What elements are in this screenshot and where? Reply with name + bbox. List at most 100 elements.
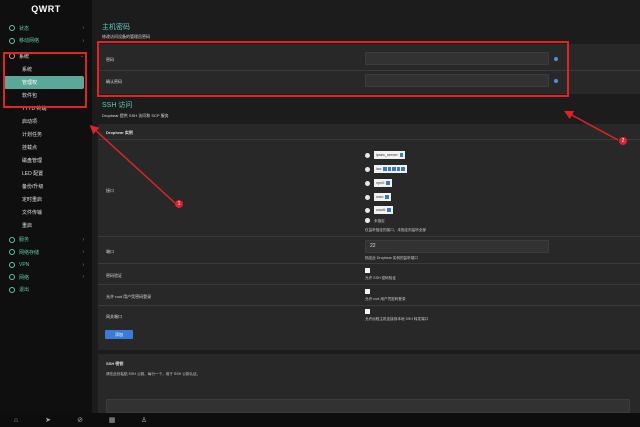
- ssh-keys-title: SSH 密钥: [106, 361, 124, 366]
- port-icon: [387, 167, 392, 171]
- grid-icon[interactable]: ▦: [96, 413, 128, 427]
- status-icon: [9, 25, 15, 32]
- port-icon: [401, 167, 405, 171]
- chevron-right-icon: ›: [82, 25, 84, 32]
- annotation-badge-1: 1: [175, 200, 183, 208]
- password-auth-hint: 允许 SSH 密码验证: [365, 276, 396, 280]
- port-label: 端口: [106, 249, 114, 254]
- chevron-right-icon: ›: [82, 37, 84, 44]
- sidebar-subitem-backup[interactable]: 备份/升级: [0, 180, 92, 193]
- sidebar-item-status[interactable]: 状态 ›: [0, 22, 92, 35]
- ssh-section-title: SSH 访问: [102, 102, 133, 109]
- password-auth-checkbox[interactable]: [365, 268, 370, 273]
- network-icon: [386, 181, 390, 185]
- sidebar-item-services[interactable]: 服务 ›: [0, 234, 92, 247]
- interface-chip-lan: lan:: [374, 165, 407, 173]
- port-input[interactable]: 22: [365, 240, 549, 253]
- chevron-right-icon: ›: [82, 274, 84, 281]
- sidebar-subitem-led[interactable]: LED 配置: [0, 167, 92, 180]
- interface-chip-label: wan:: [376, 195, 385, 199]
- network-icon: [387, 208, 391, 212]
- sidebar-subitem-crontab[interactable]: 计划任务: [0, 128, 92, 141]
- dropbear-instance-title: Dropbear 实例: [106, 130, 133, 135]
- sidebar-item-vpn[interactable]: VPN ›: [0, 259, 92, 272]
- sidebar-subitem-reboot[interactable]: 重启: [0, 219, 92, 232]
- sidebar-subitem-disk[interactable]: 磁盘管理: [0, 154, 92, 167]
- sidebar-item-label: 状态: [19, 25, 30, 32]
- interface-chip-wan: wan:: [374, 193, 391, 201]
- password-section-desc: 修改访问设备的管理员密码: [102, 34, 150, 39]
- sidebar-item-mobile-network[interactable]: 移动网络 ›: [0, 35, 92, 48]
- interface-radio-wan6[interactable]: [365, 208, 370, 213]
- sidebar-subitem-mounts[interactable]: 挂载点: [0, 141, 92, 154]
- network-icon: [385, 195, 389, 199]
- network-icon: [9, 274, 15, 281]
- storage-icon: [9, 249, 15, 256]
- brand-logo: QWRT: [31, 4, 61, 14]
- gateway-ports-hint: 允许远程主机连接到本地 SSH 转发端口: [365, 317, 429, 321]
- divider: [98, 284, 640, 285]
- chevron-right-icon: ›: [82, 261, 84, 268]
- sidebar-item-label: 网络: [19, 274, 30, 281]
- interface-radio-vpn0[interactable]: [365, 181, 370, 186]
- annotation-box-sidebar: [3, 52, 87, 108]
- sidebar-item-label: 退出: [19, 287, 30, 294]
- annotation-box-password: [97, 41, 569, 97]
- sidebar-item-label: 网络存储: [19, 249, 40, 256]
- interface-chip-label: lan:: [376, 167, 383, 171]
- interface-chip-ipsec: ipsec_server:: [374, 151, 406, 159]
- ssh-section-desc: Dropbear 提供 SSH 访问和 SCP 服务: [102, 113, 169, 118]
- bottom-tabbar: ⌂ ➤ ⊘ ▦ ♙: [0, 413, 640, 427]
- password-auth-label: 密码验证: [106, 273, 122, 278]
- sidebar-subitem-reboot-schedule[interactable]: 定时重启: [0, 193, 92, 206]
- chevron-right-icon: ›: [82, 249, 84, 256]
- unspecified-label: 未指定: [374, 219, 385, 223]
- port-icon: [396, 167, 401, 171]
- ssh-keys-desc: 请在此处粘贴 SSH 公钥，每行一个，用于 SSH 公钥认证。: [106, 372, 201, 376]
- interface-radio-unspecified[interactable]: [365, 218, 370, 223]
- password-section-title: 主机密码: [102, 24, 130, 31]
- port-hint: 指定此 Dropbear 实例的监听端口: [365, 256, 418, 260]
- home-icon[interactable]: ⌂: [0, 413, 32, 427]
- interface-chip-label: wan6:: [376, 208, 387, 212]
- port-icon: [392, 167, 396, 171]
- divider: [98, 139, 640, 140]
- sidebar-subitem-file-transfer[interactable]: 文件传输: [0, 206, 92, 219]
- compass-icon[interactable]: ⊘: [64, 413, 96, 427]
- interface-chip-label: ipsec_server:: [376, 153, 399, 157]
- annotation-badge-2: 2: [619, 137, 627, 145]
- user-icon[interactable]: ♙: [128, 413, 160, 427]
- gateway-ports-label: 网关端口: [106, 314, 122, 319]
- vpn-icon: [9, 261, 15, 268]
- mobile-icon: [9, 37, 15, 44]
- divider: [98, 263, 640, 264]
- sidebar-item-network[interactable]: 网络 ›: [0, 271, 92, 284]
- sidebar-item-label: 服务: [19, 237, 30, 244]
- interface-radio-wan[interactable]: [365, 195, 370, 200]
- interface-chip-vpn0: vpn0:: [374, 179, 392, 187]
- send-icon[interactable]: ➤: [32, 413, 64, 427]
- sidebar-item-nas[interactable]: 网络存储 ›: [0, 246, 92, 259]
- interface-radio-ipsec[interactable]: [365, 153, 370, 158]
- divider: [98, 305, 640, 306]
- sidebar-item-label: 移动网络: [19, 38, 40, 45]
- interface-label: 接口: [106, 188, 114, 193]
- root-password-hint: 允许 root 用户凭密码登录: [365, 297, 406, 301]
- services-icon: [9, 236, 15, 243]
- add-instance-button[interactable]: 添加: [105, 330, 133, 339]
- interface-chip-wan6: wan6:: [374, 206, 393, 214]
- logout-icon: [9, 286, 15, 293]
- network-icon: [399, 153, 404, 157]
- gateway-ports-checkbox[interactable]: [365, 309, 370, 314]
- sidebar-subitem-startup[interactable]: 启动项: [0, 115, 92, 128]
- root-password-label: 允许 root 用户凭密码登录: [106, 294, 152, 299]
- ssh-keys-textarea[interactable]: [106, 399, 630, 413]
- sidebar-item-logout[interactable]: 退出: [0, 284, 92, 297]
- interface-chip-label: vpn0:: [376, 181, 386, 185]
- divider: [98, 236, 640, 237]
- interface-radio-lan[interactable]: [365, 167, 370, 172]
- interface-hint: 仅监听指定的接口，未指定则监听全部: [365, 228, 427, 232]
- root-password-checkbox[interactable]: [365, 289, 370, 294]
- port-icon: [383, 167, 387, 171]
- sidebar-item-label: VPN: [19, 261, 30, 268]
